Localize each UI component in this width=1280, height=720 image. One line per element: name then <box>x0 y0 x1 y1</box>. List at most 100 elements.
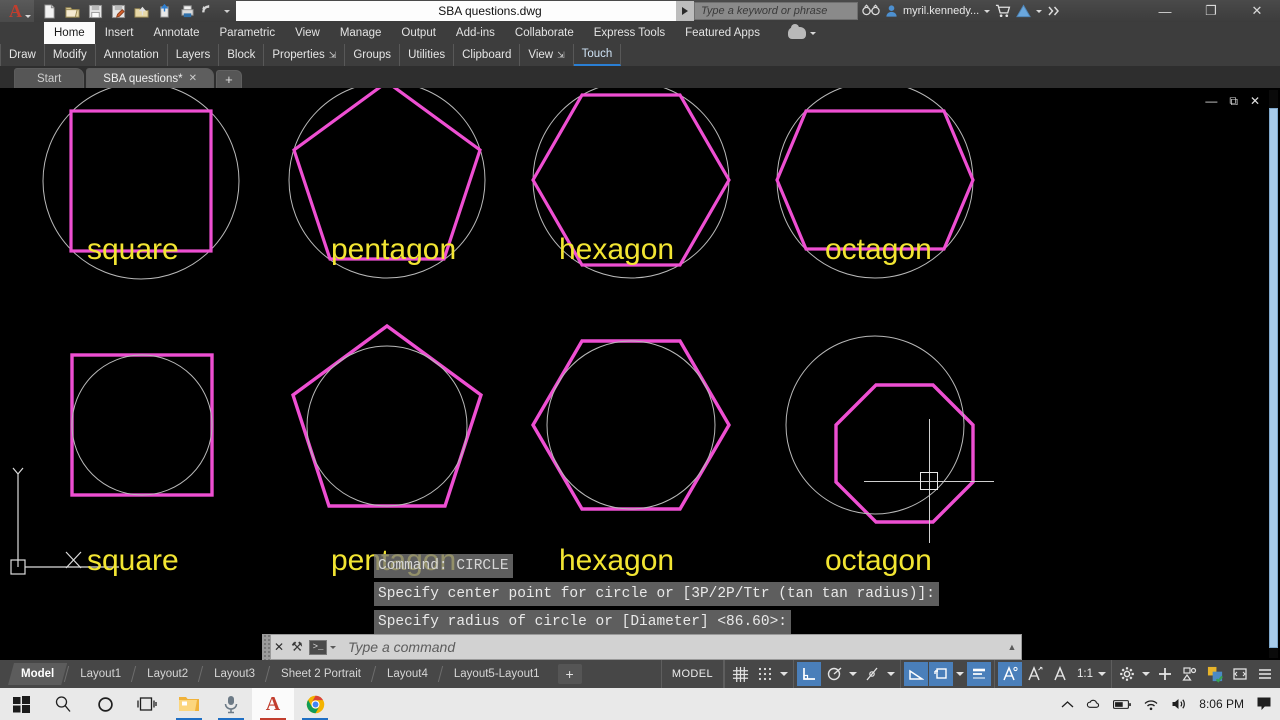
drawing-close-button[interactable]: ✕ <box>1250 95 1260 107</box>
save-to-web-icon[interactable] <box>153 1 175 21</box>
ribbon-tab-express-tools[interactable]: Express Tools <box>584 22 675 44</box>
expand-ribbon-icon[interactable] <box>1047 0 1061 22</box>
panel-expand-icon[interactable]: ⇲ <box>557 50 565 61</box>
grid-display-icon[interactable] <box>728 662 752 686</box>
cart-icon[interactable] <box>995 0 1011 22</box>
ribbon-panel-annotation[interactable]: Annotation <box>96 44 168 66</box>
ribbon-tab-output[interactable]: Output <box>391 22 446 44</box>
workspace-dropdown-icon[interactable] <box>1140 662 1152 686</box>
ortho-mode-icon[interactable] <box>797 662 821 686</box>
polar-tracking-icon[interactable] <box>822 662 846 686</box>
clean-screen-icon[interactable] <box>1228 662 1252 686</box>
ribbon-panel-block[interactable]: Block <box>219 44 265 66</box>
ribbon-tab-manage[interactable]: Manage <box>330 22 392 44</box>
recorder-icon[interactable] <box>210 688 252 720</box>
chrome-icon[interactable] <box>294 688 336 720</box>
3d-object-snap-icon[interactable] <box>929 662 953 686</box>
ribbon-panel-touch[interactable]: Touch <box>573 44 622 66</box>
workspace-switching-icon[interactable] <box>1115 662 1139 686</box>
vertical-scrollbar[interactable] <box>1269 90 1278 658</box>
search-input[interactable]: Type a keyword or phrase <box>694 2 858 20</box>
ribbon-tab-annotate[interactable]: Annotate <box>143 22 209 44</box>
layout-tab-layout2[interactable]: Layout2 <box>134 663 201 685</box>
search-icon[interactable] <box>862 0 880 22</box>
cloud-dropdown-icon[interactable] <box>809 31 816 35</box>
search-icon[interactable] <box>42 688 84 720</box>
open-icon[interactable] <box>61 1 83 21</box>
save-icon[interactable] <box>84 1 106 21</box>
ribbon-tab-view[interactable]: View <box>285 22 330 44</box>
panel-expand-icon[interactable]: ⇲ <box>329 50 337 61</box>
customization-menu-icon[interactable] <box>1253 662 1277 686</box>
ribbon-panel-properties[interactable]: Properties ⇲ <box>264 44 346 66</box>
undo-dropdown-icon[interactable] <box>222 1 231 21</box>
osnap-dropdown-icon[interactable] <box>954 662 966 686</box>
undo-icon[interactable] <box>199 1 221 21</box>
expand-history-icon[interactable]: ▲ <box>1003 642 1021 652</box>
ribbon-panel-utilities[interactable]: Utilities <box>400 44 455 66</box>
new-icon[interactable] <box>38 1 60 21</box>
onedrive-icon[interactable] <box>1086 697 1101 712</box>
application-menu-button[interactable]: A <box>0 0 34 22</box>
snap-dropdown-icon[interactable] <box>778 662 790 686</box>
annotation-monitor-icon[interactable] <box>1048 662 1072 686</box>
action-center-icon[interactable] <box>1256 696 1272 712</box>
ribbon-tab-add-ins[interactable]: Add-ins <box>446 22 505 44</box>
close-icon[interactable]: ✕ <box>271 640 287 654</box>
command-line-bar[interactable]: ✕ ⚒ >_ Type a command ▲ <box>262 634 1022 660</box>
customization-plus-icon[interactable] <box>1153 662 1177 686</box>
annotation-scale-dropdown-icon[interactable] <box>1096 662 1108 686</box>
autodesk-app-icon[interactable] <box>1016 0 1032 22</box>
avatar[interactable] <box>885 0 898 22</box>
scrollbar-thumb[interactable] <box>1269 108 1278 648</box>
layout-tab-layout1[interactable]: Layout1 <box>67 663 134 685</box>
search-expand-button[interactable] <box>676 1 694 21</box>
ribbon-panel-clipboard[interactable]: Clipboard <box>454 44 521 66</box>
network-icon[interactable] <box>1143 698 1159 711</box>
start-button[interactable] <box>0 688 42 720</box>
ribbon-tab-home[interactable]: Home <box>44 22 95 44</box>
layout-tab-model[interactable]: Model <box>8 663 67 685</box>
cloud-icon[interactable] <box>787 24 806 39</box>
layout-tab-layout4[interactable]: Layout4 <box>374 663 441 685</box>
volume-icon[interactable] <box>1171 697 1187 711</box>
open-from-web-icon[interactable] <box>130 1 152 21</box>
autocad-icon[interactable]: A <box>252 688 294 720</box>
polar-dropdown-icon[interactable] <box>847 662 859 686</box>
lineweight-icon[interactable] <box>967 662 991 686</box>
ribbon-panel-draw[interactable]: Draw <box>0 44 45 66</box>
ribbon-tab-parametric[interactable]: Parametric <box>210 22 286 44</box>
clock[interactable]: 8:06 PM <box>1199 697 1244 711</box>
layout-tab-layout3[interactable]: Layout3 <box>201 663 268 685</box>
command-prompt-icon[interactable]: >_ <box>309 639 327 655</box>
hardware-acceleration-icon[interactable] <box>1203 662 1227 686</box>
snap-mode-icon[interactable] <box>753 662 777 686</box>
minimize-button[interactable]: — <box>1142 0 1188 22</box>
user-dropdown-icon[interactable] <box>984 9 991 13</box>
ribbon-panel-groups[interactable]: Groups <box>345 44 401 66</box>
osnap-tracking-dropdown-icon[interactable] <box>885 662 897 686</box>
command-line-drag-handle[interactable] <box>263 634 271 660</box>
ribbon-panel-layers[interactable]: Layers <box>168 44 220 66</box>
restore-button[interactable]: ❐ <box>1188 0 1234 22</box>
layout-tab-sheet-2-portrait[interactable]: Sheet 2 Portrait <box>268 663 374 685</box>
ribbon-panel-view[interactable]: View ⇲ <box>520 44 574 66</box>
layout-tab-layout5-layout1[interactable]: Layout5-Layout1 <box>441 663 553 685</box>
new-file-tab-button[interactable]: + <box>215 70 242 88</box>
command-input[interactable]: Type a command <box>336 639 1003 655</box>
autoscale-icon[interactable] <box>1023 662 1047 686</box>
file-tab-sba-questions[interactable]: SBA questions* ✕ <box>86 68 214 88</box>
close-icon[interactable]: ✕ <box>189 73 197 84</box>
ribbon-tab-insert[interactable]: Insert <box>95 22 144 44</box>
plot-icon[interactable] <box>176 1 198 21</box>
save-as-icon[interactable] <box>107 1 129 21</box>
app-dropdown-icon[interactable] <box>1036 9 1043 13</box>
customize-icon[interactable]: ⚒ <box>287 639 307 655</box>
ribbon-tab-featured-apps[interactable]: Featured Apps <box>675 22 770 44</box>
model-space-button[interactable]: MODEL <box>660 660 724 688</box>
user-name[interactable]: myril.kennedy... <box>903 5 979 17</box>
drawing-minimize-button[interactable]: — <box>1205 95 1217 107</box>
isolate-objects-icon[interactable] <box>1178 662 1202 686</box>
annotation-scale-value[interactable]: 1:1 <box>1073 668 1095 680</box>
ribbon-tab-collaborate[interactable]: Collaborate <box>505 22 584 44</box>
